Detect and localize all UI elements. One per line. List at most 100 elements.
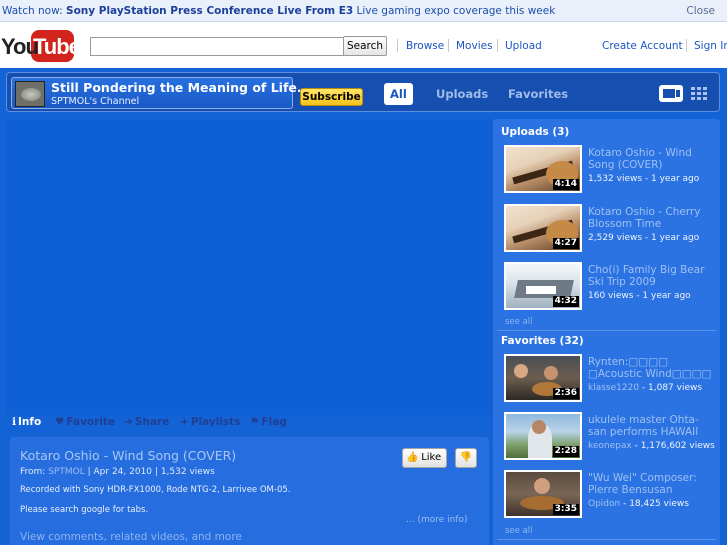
grid-cell [691, 97, 695, 100]
share-arrow-icon: ➔ [124, 416, 133, 428]
nav-movies-link[interactable]: Movies [456, 40, 493, 52]
nav-upload-link[interactable]: Upload [505, 40, 542, 52]
grid-view-icon[interactable] [691, 87, 708, 100]
view-count: - 1,087 views [639, 383, 703, 393]
video-title-link[interactable]: Kotaro Oshio - Cherry Blossom Time [588, 206, 714, 230]
video-stats: keonepax - 1,176,602 views [588, 440, 716, 452]
video-stats: 1,532 views - 1 year ago [588, 174, 700, 184]
player-view-icon[interactable] [659, 85, 683, 102]
tab-uploads[interactable]: Uploads [430, 83, 494, 105]
video-thumbnail[interactable]: 2:28 [504, 412, 582, 460]
favorite-item[interactable]: 2:36 Rynten:□□□□ □Acoustic Wind□□□□ klas… [504, 354, 716, 406]
thumb-art [544, 366, 558, 380]
video-stats: Opidon - 18,425 views [588, 498, 716, 510]
upload-item[interactable]: 4:27 Kotaro Oshio - Cherry Blossom Time … [504, 204, 716, 256]
flag-tab[interactable]: ⚑ Flag [250, 416, 287, 428]
duration-badge: 2:36 [552, 388, 579, 399]
uploader-link[interactable]: klasse1220 [588, 383, 639, 393]
video-player[interactable] [6, 119, 492, 415]
video-thumbnail[interactable]: 2:36 [504, 354, 582, 402]
channel-avatar[interactable] [15, 81, 45, 107]
nav-divider [497, 39, 498, 52]
video-title: Kotaro Oshio - Wind Song (COVER) [20, 448, 237, 463]
thumb-art [534, 478, 550, 494]
video-stats: klasse1220 - 1,087 views [588, 382, 716, 394]
flag-icon: ⚑ [250, 416, 260, 428]
see-all-uploads-link[interactable]: see all [505, 317, 533, 327]
like-button[interactable]: 👍 Like [402, 448, 447, 468]
info-tab-label: Info [18, 416, 42, 428]
channel-page: Still Pondering the Meaning of Life... S… [0, 68, 727, 545]
video-stats: 2,529 views - 1 year ago [588, 233, 700, 243]
duration-badge: 4:32 [552, 296, 579, 307]
video-title-link[interactable]: Kotaro Oshio - Wind Song (COVER) [588, 147, 714, 171]
thumbs-up-icon: 👍 [406, 452, 419, 463]
upload-item[interactable]: 4:32 Cho(i) Family Big Bear Ski Trip 200… [504, 262, 716, 314]
duration-badge: 2:28 [552, 446, 579, 457]
thumb-art [514, 364, 528, 378]
player-view-screen [663, 89, 675, 98]
flag-tab-label: Flag [261, 416, 287, 428]
see-all-favorites-link[interactable]: see all [505, 526, 533, 536]
video-description-line: Please search google for tabs. [20, 505, 149, 515]
grid-cell [697, 87, 701, 90]
upload-date: Apr 24, 2010 [93, 467, 153, 477]
dislike-button[interactable]: 👎 [455, 448, 477, 468]
nav-divider [686, 39, 687, 52]
video-title-link[interactable]: ukulele master Ohta-san performs HAWAII [588, 414, 714, 438]
favorite-tab-label: Favorite [66, 416, 116, 428]
video-thumbnail[interactable]: 4:32 [504, 262, 582, 310]
banner-headline-link[interactable]: Sony PlayStation Press Conference Live F… [66, 5, 353, 17]
favorite-item[interactable]: 2:28 ukulele master Ohta-san performs HA… [504, 412, 716, 464]
logo-tube-text: Tube [33, 34, 81, 59]
share-tab-label: Share [134, 416, 170, 428]
grid-cell [691, 92, 695, 95]
nav-divider [448, 39, 449, 52]
video-title-link[interactable]: Cho(i) Family Big Bear Ski Trip 2009 [588, 264, 714, 288]
create-account-link[interactable]: Create Account [602, 40, 683, 52]
video-thumbnail[interactable]: 4:14 [504, 145, 582, 193]
search-button[interactable]: Search [343, 36, 387, 56]
grid-cell [697, 97, 701, 100]
page: Watch now: Sony PlayStation Press Confer… [0, 0, 727, 545]
tab-favorites[interactable]: Favorites [502, 83, 574, 105]
nav-divider [397, 39, 398, 52]
share-tab[interactable]: ➔ Share [124, 416, 169, 428]
video-stats: 160 views - 1 year ago [588, 291, 691, 301]
sign-in-link[interactable]: Sign In [694, 40, 727, 52]
uploader-link[interactable]: keonepax [588, 441, 632, 451]
sidebar-divider [497, 539, 716, 540]
channel-subtitle: SPTMOL's Channel [51, 96, 140, 107]
nav-browse-link[interactable]: Browse [406, 40, 444, 52]
video-thumbnail[interactable]: 3:35 [504, 470, 582, 518]
favorite-item[interactable]: 3:35 "Wu Wei" Composer: Pierre Bensusan … [504, 470, 716, 522]
info-tab[interactable]: ℹ Info [12, 416, 41, 428]
thumb-art [526, 286, 556, 294]
uploader-link[interactable]: Opidon [588, 499, 620, 509]
video-meta: From: SPTMOL | Apr 24, 2010 | 1,532 view… [20, 467, 215, 477]
channel-header: Still Pondering the Meaning of Life... S… [6, 72, 720, 112]
favorites-heading[interactable]: Favorites (32) [501, 335, 584, 347]
upload-item[interactable]: 4:14 Kotaro Oshio - Wind Song (COVER) 1,… [504, 145, 716, 197]
playlists-tab[interactable]: + Playlists [180, 416, 240, 428]
heart-icon: ♥ [55, 416, 65, 428]
search-input[interactable] [90, 37, 344, 56]
uploader-link[interactable]: SPTMOL [48, 467, 85, 477]
more-info-link[interactable]: ... (more info) [406, 515, 468, 525]
favorite-tab[interactable]: ♥ Favorite [55, 416, 115, 428]
view-count: - 18,425 views [620, 499, 689, 509]
video-title-link[interactable]: "Wu Wei" Composer: Pierre Bensusan [588, 472, 714, 496]
tab-all[interactable]: All [384, 83, 413, 105]
youtube-logo[interactable]: You Tube [1, 30, 81, 62]
channel-title: Still Pondering the Meaning of Life... [51, 80, 312, 95]
video-description-line: Recorded with Sony HDR-FX1000, Rode NTG-… [20, 485, 291, 495]
grid-cell [703, 87, 707, 90]
subscribe-button[interactable]: Subscribe [300, 88, 363, 106]
video-thumbnail[interactable]: 4:27 [504, 204, 582, 252]
view-count: - 1,176,602 views [631, 441, 715, 451]
video-title-link[interactable]: Rynten:□□□□ □Acoustic Wind□□□□ [588, 356, 714, 380]
uploads-heading[interactable]: Uploads (3) [501, 126, 569, 138]
view-comments-link[interactable]: View comments, related videos, and more [20, 531, 242, 543]
banner-close-button[interactable]: Close [686, 0, 715, 22]
banner-lead: Watch now: [2, 5, 63, 17]
